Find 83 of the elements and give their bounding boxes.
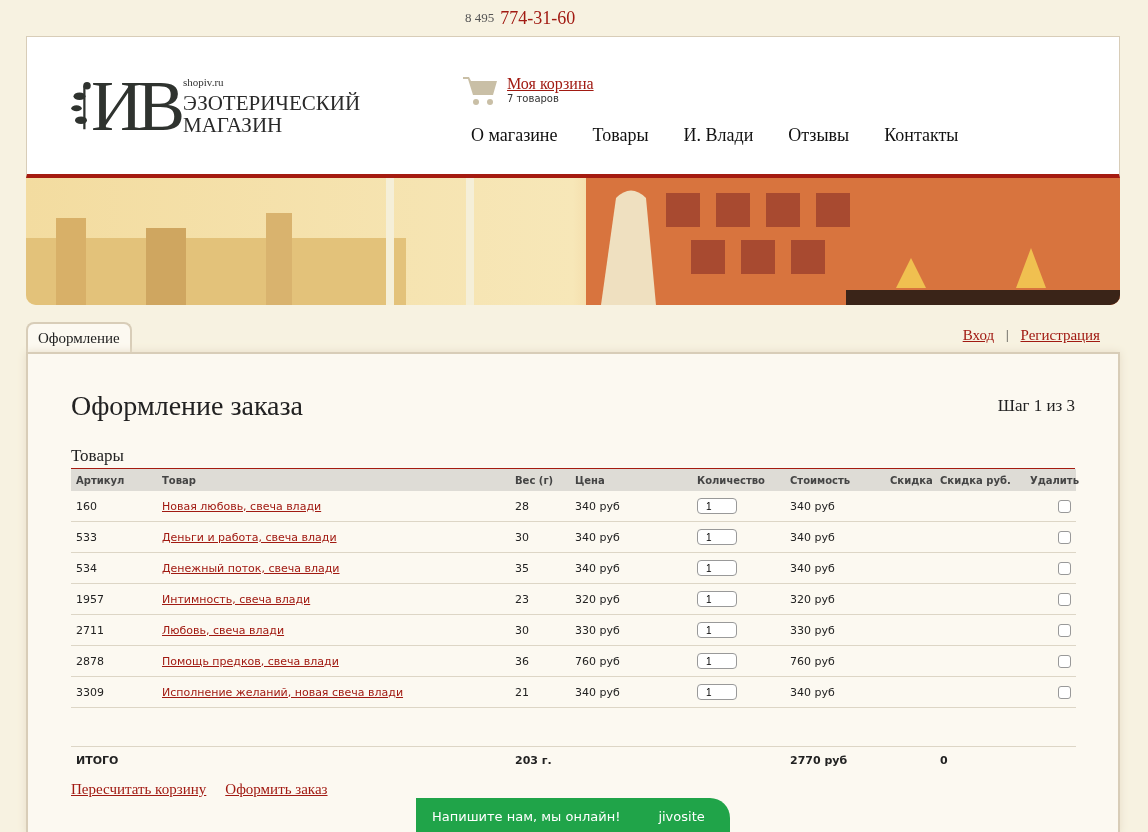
nav-link[interactable]: Контакты (884, 125, 959, 146)
table-cell: 760 руб (785, 645, 885, 677)
action-link[interactable]: Пересчитать корзину (71, 781, 207, 798)
total-weight: 203 г. (510, 746, 570, 773)
table-cell: 760 руб (570, 645, 692, 677)
phone-number: 774-31-60 (500, 7, 576, 29)
column-header: Артикул (71, 469, 157, 491)
quantity-field[interactable]: 1 (697, 622, 737, 638)
logo-title: ЭЗОТЕРИЧЕСКИЙ (183, 91, 361, 114)
column-header: Скидка (885, 469, 935, 491)
nav-link[interactable]: О магазине (471, 125, 558, 146)
table-cell: 36 (510, 645, 570, 677)
quantity-field[interactable]: 1 (697, 684, 737, 700)
table-cell: 340 руб (785, 552, 885, 584)
table-cell: 320 руб (570, 583, 692, 615)
remove-checkbox[interactable] (1058, 685, 1071, 699)
cart-icon[interactable] (463, 75, 499, 107)
table-cell: 30 (510, 521, 570, 553)
product-link[interactable]: Помощь предков, свеча влади (162, 654, 339, 668)
remove-checkbox[interactable] (1058, 654, 1071, 668)
column-header: Цена (570, 469, 692, 491)
table-cell: 330 руб (785, 614, 885, 646)
logo-monogram: ИВ (91, 69, 180, 142)
product-link[interactable]: Интимность, свеча влади (162, 592, 311, 606)
table-cell: 28 (510, 491, 570, 522)
tab[interactable]: Оформление (26, 322, 132, 352)
separator: | (1006, 328, 1009, 343)
quantity-field[interactable]: 1 (697, 560, 737, 576)
remove-checkbox[interactable] (1058, 592, 1071, 606)
remove-checkbox[interactable] (1058, 561, 1071, 575)
table-cell: 30 (510, 614, 570, 646)
product-link[interactable]: Новая любовь, свеча влади (162, 499, 322, 513)
product-link[interactable]: Деньги и работа, свеча влади (162, 530, 337, 544)
remove-checkbox[interactable] (1058, 623, 1071, 637)
table-cell: 35 (510, 552, 570, 584)
nav-link[interactable]: И. Влади (683, 125, 754, 146)
page-title: Оформление заказа (71, 390, 304, 422)
table-cell: 23 (510, 583, 570, 615)
phone-prefix: 8 495 (465, 10, 495, 26)
nav-link[interactable]: Отзывы (788, 125, 850, 146)
table-cell: 340 руб (570, 676, 692, 708)
total-discount: 0 (935, 746, 1025, 773)
table-cell: 533 (71, 521, 157, 553)
total-cost: 2770 руб (785, 746, 885, 773)
table-cell: 340 руб (570, 491, 692, 522)
logo-subtitle: МАГАЗИН (183, 113, 284, 136)
total-label: ИТОГО (71, 746, 157, 773)
cart-count: 7 товаров (507, 93, 560, 104)
login-link[interactable]: Вход (962, 327, 995, 344)
column-header: Количество (692, 469, 785, 491)
column-header: Стоимость (785, 469, 885, 491)
table-cell: 534 (71, 552, 157, 584)
column-header: Скидка руб. (935, 469, 1025, 491)
column-header: Вес (г) (510, 469, 570, 491)
action-link[interactable]: Оформить заказ (225, 781, 328, 798)
table-cell: 3309 (71, 676, 157, 708)
remove-checkbox[interactable] (1058, 530, 1071, 544)
table-cell: 340 руб (570, 521, 692, 553)
cart-link[interactable]: Моя корзина (507, 75, 594, 93)
product-link[interactable]: Любовь, свеча влади (162, 623, 285, 637)
step-indicator: Шаг 1 из 3 (997, 396, 1075, 416)
table-cell: 340 руб (785, 521, 885, 553)
table-cell: 330 руб (570, 614, 692, 646)
table-cell: 1957 (71, 583, 157, 615)
remove-checkbox[interactable] (1058, 499, 1071, 513)
table-cell: 2878 (71, 645, 157, 677)
logo-site: shopiv.ru (183, 75, 225, 88)
register-link[interactable]: Регистрация (1020, 327, 1100, 344)
quantity-field[interactable]: 1 (697, 498, 737, 514)
table-cell: 340 руб (785, 676, 885, 708)
column-header: Товар (157, 469, 510, 491)
table-cell: 320 руб (785, 583, 885, 615)
nav-link[interactable]: Товары (592, 125, 649, 146)
quantity-field[interactable]: 1 (697, 529, 737, 545)
product-link[interactable]: Денежный поток, свеча влади (162, 561, 340, 575)
table-cell: 160 (71, 491, 157, 522)
table-cell: 2711 (71, 614, 157, 646)
table-cell: 21 (510, 676, 570, 708)
quantity-field[interactable]: 1 (697, 591, 737, 607)
table-cell: 340 руб (570, 552, 692, 584)
table-cell: 340 руб (785, 491, 885, 522)
product-link[interactable]: Исполнение желаний, новая свеча влади (162, 685, 404, 699)
quantity-field[interactable]: 1 (697, 653, 737, 669)
